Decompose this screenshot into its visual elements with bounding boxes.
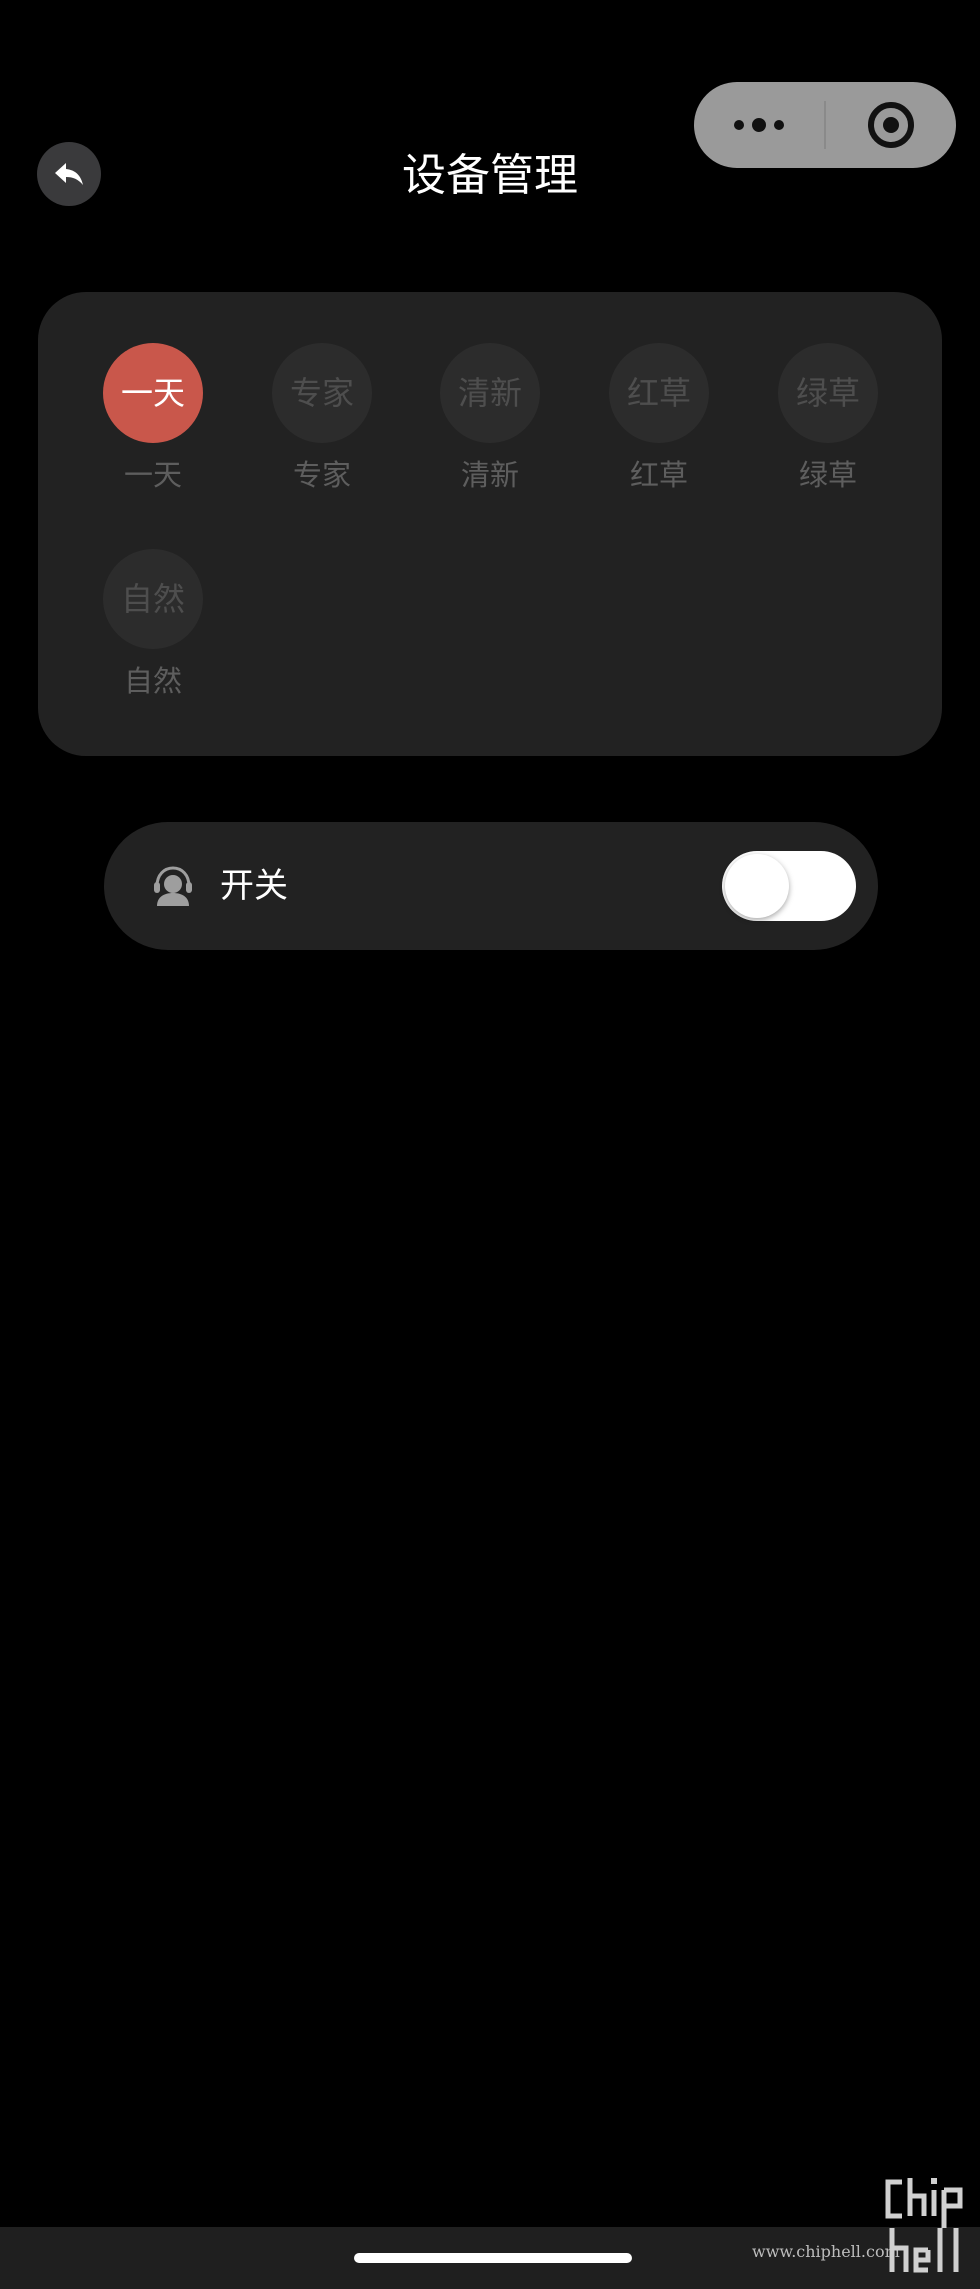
power-switch-row: 开关 — [104, 822, 878, 950]
mode-icon-lvcao: 绿草 — [778, 343, 878, 443]
mode-label-zhuanjia: 专家 — [292, 458, 351, 492]
mode-item-qingxin[interactable]: 清新 清新 — [406, 343, 574, 503]
more-dots-icon — [734, 118, 784, 132]
mode-card: 一天 一天 专家 专家 清新 清新 红草 红草 绿草 绿草 自然 自然 — [38, 292, 942, 756]
mode-label-ziran: 自然 — [123, 664, 182, 698]
mode-label-lvcao: 绿草 — [798, 458, 857, 492]
mode-item-lvcao[interactable]: 绿草 绿草 — [744, 343, 912, 503]
mode-item-hongcao[interactable]: 红草 红草 — [575, 343, 743, 503]
mode-label-hongcao: 红草 — [629, 458, 688, 492]
mode-icon-ziran: 自然 — [103, 549, 203, 649]
power-switch-label: 开关 — [220, 866, 288, 906]
mode-icon-hongcao: 红草 — [609, 343, 709, 443]
mode-item-ziran[interactable]: 自然 自然 — [69, 549, 237, 709]
mode-label-yitian: 一天 — [123, 458, 182, 492]
mode-label-qingxin: 清新 — [460, 458, 519, 492]
mode-icon-yitian: 一天 — [103, 343, 203, 443]
home-indicator[interactable] — [354, 2253, 632, 2263]
mode-icon-zhuanjia: 专家 — [272, 343, 372, 443]
page-title: 设备管理 — [402, 150, 578, 201]
target-close-icon — [867, 102, 914, 148]
power-toggle[interactable] — [722, 851, 856, 921]
mode-item-yitian[interactable]: 一天 一天 — [69, 343, 237, 503]
mode-icon-qingxin: 清新 — [440, 343, 540, 443]
headset-user-icon — [154, 866, 192, 906]
mode-item-zhuanjia[interactable]: 专家 专家 — [238, 343, 406, 503]
watermark-url: www.chiphell.com — [752, 2242, 900, 2261]
chiphell-logo-icon — [885, 2178, 963, 2273]
toggle-knob — [725, 854, 789, 918]
